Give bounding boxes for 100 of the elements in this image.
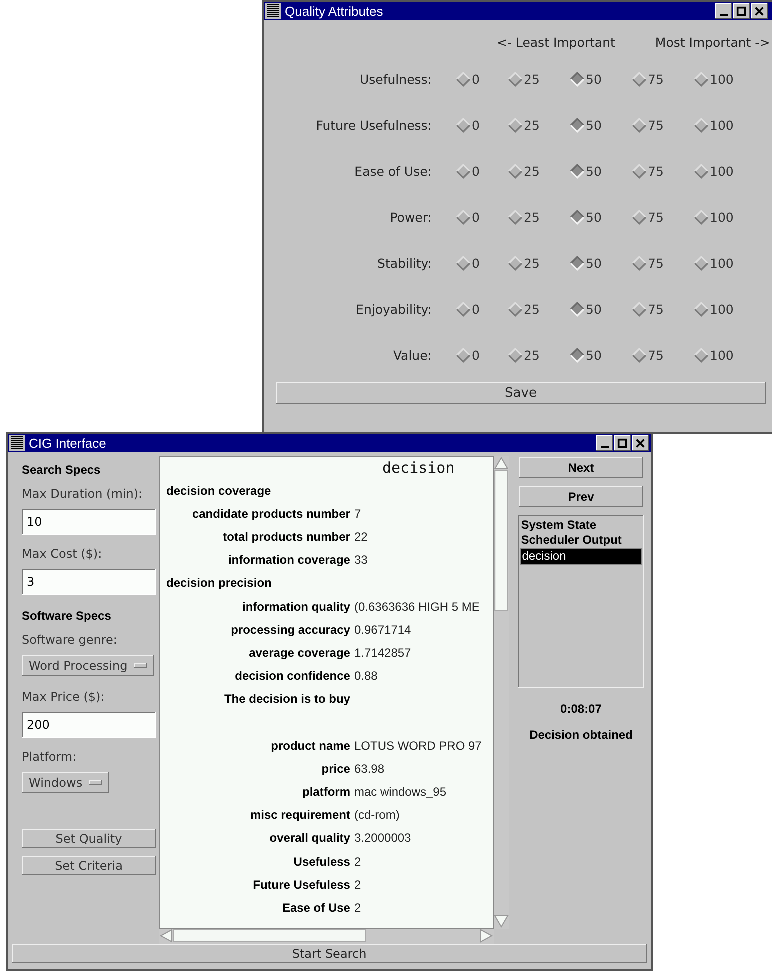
radio-option[interactable]: 100 (694, 302, 756, 316)
radio-option[interactable]: 100 (694, 72, 756, 86)
radio-option[interactable]: 75 (632, 302, 694, 316)
radio-icon (456, 256, 471, 270)
radio-icon (456, 164, 471, 178)
nav-button[interactable]: Prev (519, 486, 644, 507)
radio-option[interactable]: 75 (632, 118, 694, 132)
radio-icon (456, 210, 471, 224)
output-label: overall quality (268, 831, 350, 846)
radio-option[interactable]: 100 (694, 256, 756, 270)
radio-option[interactable]: 100 (694, 210, 756, 224)
radio-option[interactable]: 25 (508, 118, 570, 132)
radio-icon (508, 210, 523, 224)
window-title: CIG Interface (29, 436, 108, 450)
radio-icon (632, 302, 647, 316)
menu-icon[interactable] (265, 3, 281, 19)
radio-icon (632, 210, 647, 224)
radio-icon (456, 348, 471, 362)
close-button[interactable] (751, 3, 768, 19)
radio-option[interactable]: 50 (570, 302, 632, 316)
attribute-label: Ease of Use: (354, 164, 433, 178)
output-value: 63.98 (353, 762, 385, 776)
radio-icon (632, 256, 647, 270)
output-value: (0.6363636 HIGH 5 ME (353, 600, 480, 614)
output-title: decision (381, 458, 456, 479)
radio-option[interactable]: 25 (508, 348, 570, 362)
minimize-button[interactable] (715, 3, 732, 19)
output-value: LOTUS WORD PRO 97 (353, 738, 482, 753)
maximize-button[interactable] (614, 435, 631, 451)
horizontal-scrollbar[interactable] (159, 929, 494, 944)
nav-button[interactable]: Next (519, 457, 644, 478)
radio-icon (508, 348, 523, 362)
radio-option[interactable]: 0 (456, 164, 508, 178)
attribute-label: Future Usefulness: (315, 118, 433, 132)
radio-option[interactable]: 25 (508, 302, 570, 316)
minimize-button[interactable] (596, 435, 613, 451)
list-item[interactable]: System State (520, 518, 642, 533)
radio-option[interactable]: 0 (456, 210, 508, 224)
radio-option[interactable]: 0 (456, 118, 508, 132)
radio-icon (632, 118, 647, 132)
radio-option[interactable]: 50 (570, 256, 632, 270)
output-label: platform (301, 785, 350, 800)
close-button[interactable] (632, 435, 649, 451)
output-heading: decision coverage (165, 484, 272, 498)
close-icon (754, 6, 765, 16)
radio-icon (694, 72, 709, 86)
radio-option[interactable]: 75 (632, 72, 694, 86)
radio-icon (632, 72, 647, 86)
maximize-icon (617, 438, 628, 448)
radio-option[interactable]: 75 (632, 256, 694, 270)
radio-option[interactable]: 0 (456, 72, 508, 86)
radio-option[interactable]: 75 (632, 210, 694, 224)
radio-icon (570, 118, 585, 132)
radio-option[interactable]: 50 (570, 210, 632, 224)
radio-option[interactable]: 75 (632, 348, 694, 362)
list-item[interactable]: Scheduler Output (520, 533, 642, 548)
radio-option[interactable]: 0 (456, 348, 508, 362)
radio-option[interactable]: 50 (570, 72, 632, 86)
radio-option[interactable]: 25 (508, 256, 570, 270)
radio-option[interactable]: 25 (508, 164, 570, 178)
radio-option[interactable]: 50 (570, 118, 632, 132)
maximize-button[interactable] (733, 3, 750, 19)
output-label: Usefuless (292, 854, 350, 869)
radio-option[interactable]: 100 (694, 164, 756, 178)
radio-option[interactable]: 0 (456, 256, 508, 270)
radio-icon (508, 118, 523, 132)
input-field[interactable]: 200 (22, 712, 156, 738)
radio-icon (570, 210, 585, 224)
radio-option[interactable]: 25 (508, 210, 570, 224)
radio-option[interactable]: 50 (570, 348, 632, 362)
radio-option[interactable]: 0 (456, 302, 508, 316)
dropdown[interactable]: Windows (22, 772, 109, 793)
output-value: mac windows_95 (353, 785, 447, 800)
start-search-button[interactable]: Start Search (12, 944, 647, 963)
radio-icon (456, 72, 471, 86)
radio-icon (570, 348, 585, 362)
list-item[interactable]: decision (520, 548, 642, 565)
field-label: Max Duration (min): (22, 487, 143, 501)
save-button[interactable]: Save (276, 382, 766, 404)
vertical-scrollbar[interactable] (494, 456, 510, 929)
radio-icon (456, 118, 471, 132)
action-button[interactable]: Set Quality (22, 829, 156, 848)
section-heading: Software Specs (22, 609, 112, 623)
radio-icon (570, 164, 585, 178)
maximize-icon (736, 6, 747, 16)
output-label: processing accuracy (230, 622, 350, 637)
input-field[interactable]: 10 (22, 509, 156, 535)
radio-option[interactable]: 100 (694, 118, 756, 132)
menu-icon[interactable] (9, 435, 25, 451)
attribute-label: Enjoyability: (355, 302, 433, 316)
window-title: Quality Attributes (285, 4, 384, 18)
attribute-label: Usefulness: (359, 72, 433, 86)
input-field[interactable]: 3 (22, 569, 156, 595)
radio-option[interactable]: 25 (508, 72, 570, 86)
radio-option[interactable]: 50 (570, 164, 632, 178)
dropdown[interactable]: Word Processing (22, 655, 154, 676)
close-icon (635, 438, 646, 448)
radio-option[interactable]: 75 (632, 164, 694, 178)
radio-option[interactable]: 100 (694, 348, 756, 362)
action-button[interactable]: Set Criteria (22, 856, 156, 875)
